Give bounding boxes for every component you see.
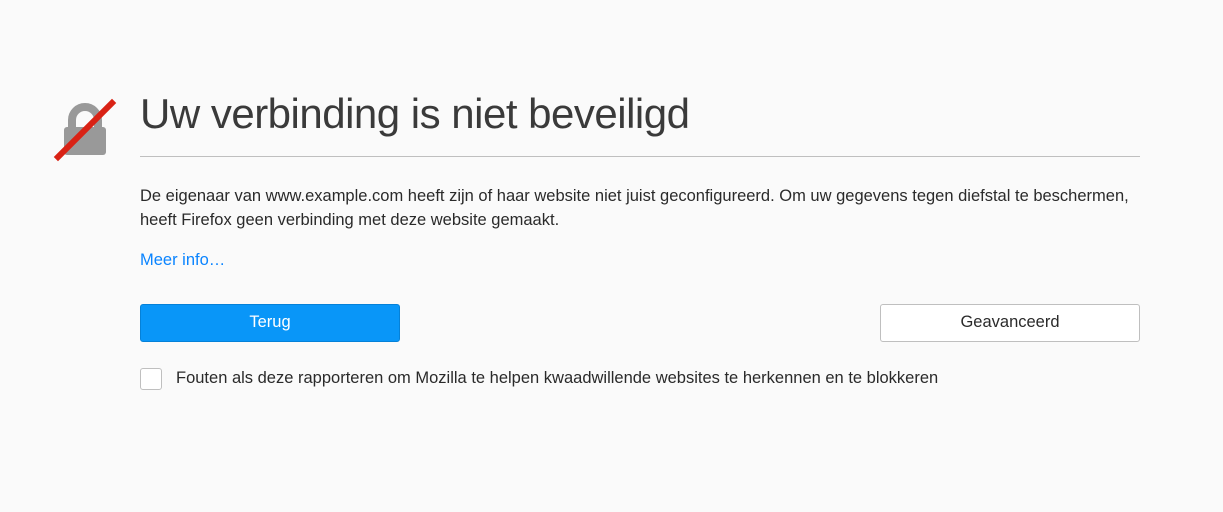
content-column: Uw verbinding is niet beveiligd De eigen… [140, 90, 1140, 390]
error-description: De eigenaar van www.example.com heeft zi… [140, 185, 1140, 233]
icon-column [50, 90, 140, 390]
report-checkbox-label: Fouten als deze rapporteren om Mozilla t… [176, 369, 938, 388]
error-page-container: Uw verbinding is niet beveiligd De eigen… [0, 0, 1223, 390]
page-title: Uw verbinding is niet beveiligd [140, 90, 1140, 138]
divider [140, 156, 1140, 157]
report-checkbox[interactable] [140, 368, 162, 390]
more-info-link[interactable]: Meer info… [140, 251, 225, 270]
report-row: Fouten als deze rapporteren om Mozilla t… [140, 368, 1140, 390]
insecure-lock-icon [50, 95, 120, 165]
back-button[interactable]: Terug [140, 304, 400, 342]
button-row: Terug Geavanceerd [140, 304, 1140, 342]
advanced-button[interactable]: Geavanceerd [880, 304, 1140, 342]
